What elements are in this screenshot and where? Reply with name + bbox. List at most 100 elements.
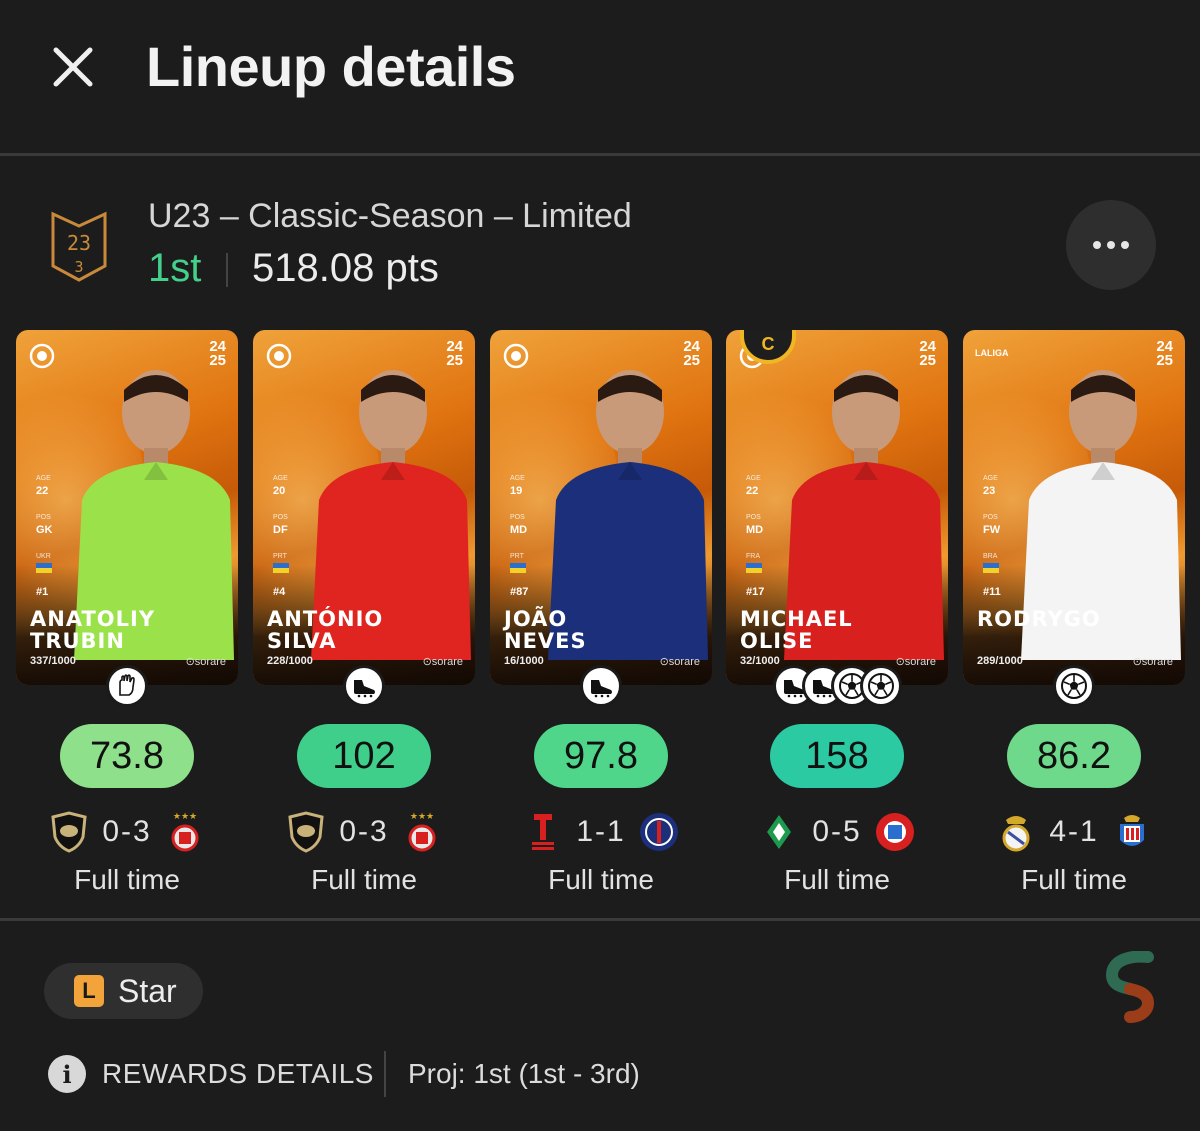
season-label: 24 25 [683,338,700,369]
player-stats: AGE 22 POS GK UKR #1 [36,475,53,598]
player-position: MD [746,524,764,536]
player-column: C 24 25 AGE 22 POS MD FRA #17 MICHAEL OLISE … [726,330,948,910]
season-label: 24 25 [446,338,463,369]
player-column: 24 25 AGE 19 POS MD PRT #87 JOÃO NEVES 16/10… [490,330,712,910]
more-horizontal-icon [1107,241,1115,249]
match-score: 0-3 [339,815,389,848]
boot-icon [580,665,622,707]
card-serial: 289/1000 [977,655,1023,667]
player-number: #4 [273,586,286,598]
rewards-details-link[interactable]: i REWARDS DETAILS [48,1055,374,1093]
card-serial: 32/1000 [740,655,780,667]
close-button[interactable] [48,42,98,92]
player-score: 73.8 [60,724,194,788]
player-nationality: FRA [746,553,760,560]
league-chip[interactable]: L Star [44,963,203,1019]
player-name: ANTÓNIO SILVA [267,607,384,653]
rarity-star-icon [503,343,529,369]
player-stats: AGE 19 POS MD PRT #87 [510,475,529,598]
top-bar: Lineup details [0,0,1200,156]
player-score: 102 [297,724,431,788]
sorare-wordmark: ⊙sorare [185,656,226,668]
ball-icon [859,665,902,707]
card-serial: 16/1000 [504,655,544,667]
player-number: #87 [510,586,529,598]
boot-icon [343,665,385,707]
match-result[interactable]: 0-3 ★★★ [253,810,475,854]
match-score: 0-5 [812,815,862,848]
reims-crest-icon [522,811,564,853]
player-card[interactable]: 24 25 AGE 19 POS MD PRT #87 JOÃO NEVES 16/10… [490,330,712,685]
info-icon: i [48,1055,86,1093]
match-status: Full time [784,864,890,895]
match-score: 4-1 [1049,815,1099,848]
rank-value: 1st [148,246,202,290]
card-serial: 337/1000 [30,655,76,667]
player-nationality: PRT [273,553,287,560]
player-age: 19 [510,485,523,497]
player-stats: AGE 23 POS FW BRA #11 [983,475,1001,598]
player-number: #1 [36,586,49,598]
player-name: JOÃO NEVES [504,607,587,653]
match-result[interactable]: 0-3 ★★★ [16,810,238,854]
divider [226,253,228,287]
match-status: Full time [311,864,417,895]
match-result[interactable]: 0-5 [726,810,948,854]
match-score: 1-1 [576,815,626,848]
sorare-wordmark: ⊙sorare [659,656,700,668]
page-title: Lineup details [146,35,516,98]
rewards-details-label: REWARDS DETAILS [102,1058,374,1089]
svg-text:★★★: ★★★ [410,811,434,821]
u23-badge-icon: 23 3 [51,211,107,282]
player-card[interactable]: 24 25 AGE 22 POS GK UKR #1 ANATOLIY TRUBIN 3… [16,330,238,685]
player-score: 97.8 [534,724,668,788]
club-shield-icon [48,811,90,853]
projection-text: Proj: 1st (1st - 3rd) [408,1058,640,1089]
lineup-cards: 24 25 AGE 22 POS GK UKR #1 ANATOLIY TRUBIN 3… [0,330,1200,910]
sorare-wordmark: ⊙sorare [422,656,463,668]
real-madrid-crest-icon [995,811,1037,853]
bayern-crest-icon [874,811,916,853]
match-status: Full time [74,864,180,895]
sorare-logo-icon [1105,951,1155,1023]
player-position: GK [36,524,53,536]
league-label: Star [118,972,177,1009]
player-score: 158 [770,724,904,788]
player-nationality: UKR [36,553,51,560]
ball-icon [1053,665,1095,707]
footer: L Star i REWARDS DETAILS Proj: 1st (1st … [0,918,1200,1131]
svg-text:★★★: ★★★ [173,811,197,821]
match-result[interactable]: 1-1 [490,810,712,854]
player-column: 24 25 AGE 22 POS GK UKR #1 ANATOLIY TRUBIN 3… [16,330,238,910]
club-shield-icon [285,811,327,853]
player-stats: AGE 22 POS MD FRA #17 [746,475,765,598]
more-options-button[interactable] [1066,200,1156,290]
player-column: LALIGA 24 25 AGE 23 POS FW BRA #11 RODRYGO … [963,330,1185,910]
sorare-wordmark: ⊙sorare [1132,656,1173,668]
player-number: #11 [983,586,1001,598]
competition-header: 23 3 U23 – Classic-Season – Limited 1st … [0,160,1200,325]
player-name: MICHAEL OLISE [740,607,853,653]
match-result[interactable]: 4-1 [963,810,1185,854]
player-column: 24 25 AGE 20 POS DF PRT #4 ANTÓNIO SILVA 228… [253,330,475,910]
player-nationality: PRT [510,553,524,560]
match-status: Full time [548,864,654,895]
goalkeeper-gloves-icon [106,665,148,707]
player-stats: AGE 20 POS DF PRT #4 [273,475,289,598]
more-horizontal-icon [1121,241,1129,249]
psg-crest-icon [638,811,680,853]
sorare-wordmark: ⊙sorare [895,656,936,668]
player-score: 86.2 [1007,724,1141,788]
player-card[interactable]: C 24 25 AGE 22 POS MD FRA #17 MICHAEL OLISE … [726,330,948,685]
performance-icons [963,665,1185,709]
performance-icons [16,665,238,709]
more-horizontal-icon [1093,241,1101,249]
close-icon [53,47,93,87]
card-serial: 228/1000 [267,655,313,667]
player-age: 20 [273,485,286,497]
limited-badge-icon: L [74,975,104,1007]
player-nationality: BRA [983,553,998,560]
player-name: ANATOLIY TRUBIN [30,607,156,653]
player-card[interactable]: LALIGA 24 25 AGE 23 POS FW BRA #11 RODRYGO … [963,330,1185,685]
player-card[interactable]: 24 25 AGE 20 POS DF PRT #4 ANTÓNIO SILVA 228… [253,330,475,685]
